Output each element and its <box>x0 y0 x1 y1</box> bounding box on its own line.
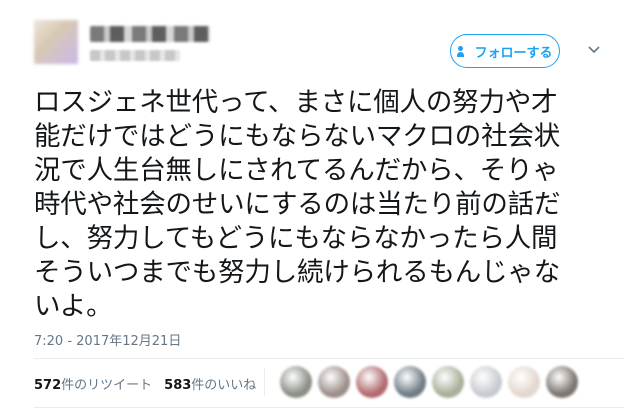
liker-avatar[interactable] <box>356 366 388 398</box>
author-name-redacted[interactable] <box>90 26 210 42</box>
follow-button-label: フォローする <box>474 45 553 61</box>
add-user-icon <box>457 45 469 57</box>
divider <box>34 407 624 408</box>
like-stat[interactable]: 583件のいいね <box>164 374 256 393</box>
liker-avatar[interactable] <box>318 366 350 398</box>
avatar[interactable] <box>34 20 78 64</box>
tweet-card: フォローする ロスジェネ世代って、まさに個人の努力や才 能だけではどうにもならな… <box>0 0 640 409</box>
liker-avatar[interactable] <box>394 366 426 398</box>
liker-avatar[interactable] <box>470 366 502 398</box>
tweet-stats: 572件のリツイート 583件のいいね <box>34 374 256 393</box>
liker-avatars <box>280 366 578 398</box>
more-options-button[interactable] <box>582 38 606 62</box>
follow-button[interactable]: フォローする <box>450 34 560 68</box>
liker-avatar[interactable] <box>432 366 464 398</box>
liker-avatar[interactable] <box>546 366 578 398</box>
divider <box>34 358 624 359</box>
liker-avatar[interactable] <box>280 366 312 398</box>
author-handle-redacted[interactable] <box>90 50 180 61</box>
tweet-timestamp[interactable]: 7:20 - 2017年12月21日 <box>34 330 181 349</box>
tweet-header: フォローする <box>34 20 624 70</box>
chevron-down-icon <box>588 46 600 54</box>
like-label: 件のいいね <box>191 378 257 393</box>
divider <box>264 368 265 396</box>
like-count: 583 <box>164 378 192 393</box>
retweet-stat[interactable]: 572件のリツイート <box>34 374 152 393</box>
retweet-label: 件のリツイート <box>61 378 153 393</box>
tweet-text: ロスジェネ世代って、まさに個人の努力や才 能だけではどうにもならないマクロの社会… <box>34 87 561 322</box>
author-info[interactable] <box>90 26 210 61</box>
retweet-count: 572 <box>34 378 62 393</box>
liker-avatar[interactable] <box>508 366 540 398</box>
